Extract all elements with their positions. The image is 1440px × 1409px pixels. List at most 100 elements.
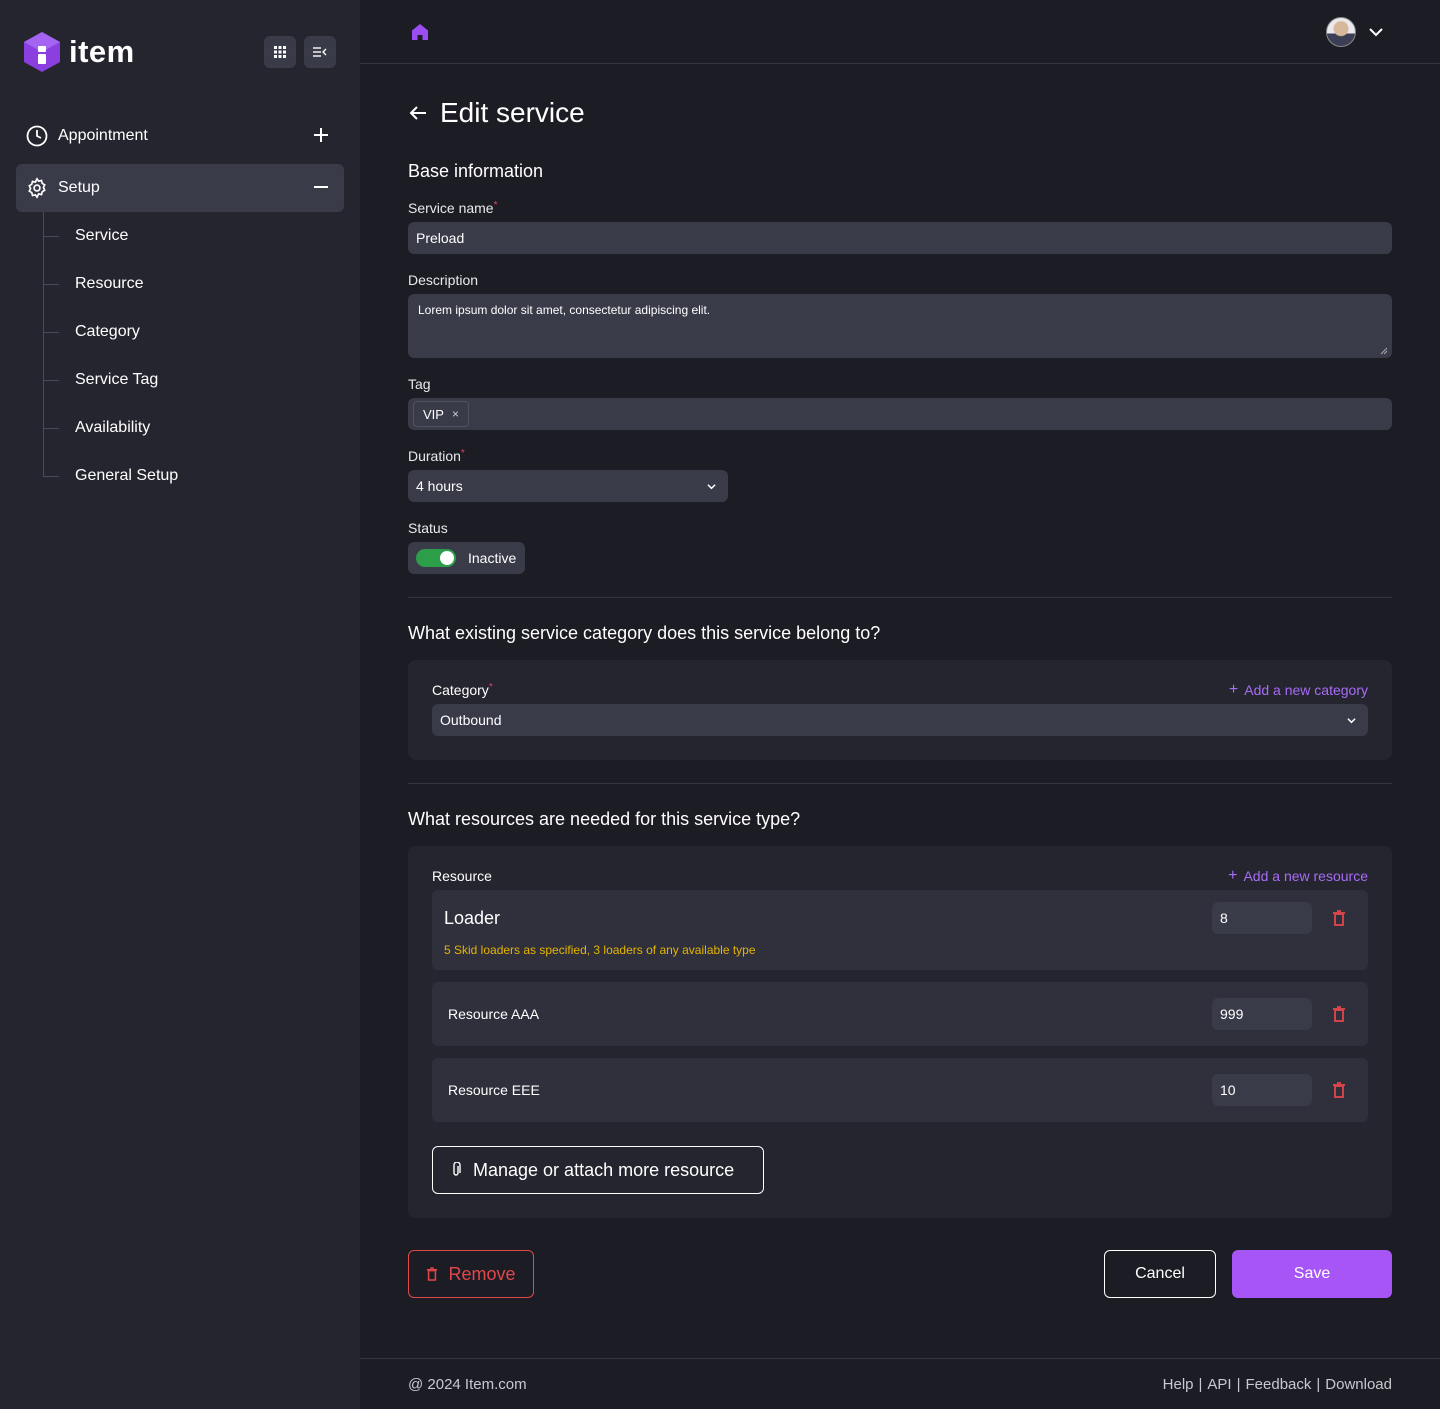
resource-qty-input[interactable]: 10 [1212,1074,1312,1106]
sidebar-subitem-resource[interactable]: Resource [43,260,333,308]
trash-icon[interactable] [1332,1082,1346,1098]
paperclip-icon [453,1162,461,1176]
resource-qty-input[interactable]: 8 [1212,902,1312,934]
tree-branch [43,283,59,285]
category-value: Outbound [440,712,502,728]
required-mark: * [493,200,498,211]
save-label: Save [1293,1265,1331,1282]
tag-input[interactable]: VIP × [408,398,1392,430]
resource-note: 5 Skid loaders as specified, 3 loaders o… [444,943,756,957]
chevron-down-icon [1347,718,1356,724]
service-name-label-text: Service name [408,200,494,216]
cancel-label: Cancel [1135,1265,1185,1282]
category-label-text: Category [432,682,489,698]
sidebar-subitem-label: General Setup [75,467,179,484]
resource-question: What resources are needed for this servi… [408,809,801,829]
footer-separator: | [1316,1376,1321,1393]
plus-icon: + [1228,867,1238,884]
resource-name: Resource EEE [448,1082,540,1098]
page-header: Edit service [408,97,585,129]
chevron-down-icon [707,484,716,490]
service-name-value: Preload [416,230,465,246]
apps-grid-button[interactable] [264,36,296,68]
sidebar-subitem-category[interactable]: Category [43,308,333,356]
plus-icon: + [1228,681,1239,698]
duration-label: Duration* [408,448,465,464]
sidebar-subitem-label: Resource [75,275,144,292]
sidebar-item-label: Appointment [58,127,148,144]
category-select[interactable]: Outbound [432,704,1368,736]
chevron-down-icon[interactable] [1368,24,1384,40]
resource-qty-value: 8 [1220,910,1228,926]
footer-separator: | [1236,1376,1241,1393]
manage-resource-button[interactable]: Manage or attach more resource [432,1146,764,1194]
trash-icon[interactable] [1332,1006,1346,1022]
save-button[interactable]: Save [1232,1250,1392,1298]
trash-icon[interactable] [1332,910,1346,926]
resource-name: Resource AAA [448,1006,540,1022]
arrow-left-icon[interactable] [408,103,428,123]
close-icon[interactable]: × [452,407,459,421]
divider [408,597,1392,598]
footer-link-download[interactable]: Download [1325,1376,1392,1393]
resource-label: Resource [432,868,492,884]
footer-link-help[interactable]: Help [1163,1376,1194,1393]
base-info-title: Base information [408,161,544,181]
sidebar-subitem-label: Service Tag [75,371,159,388]
footer-links: Help | API | Feedback | Download [1163,1376,1392,1393]
sidebar-item-appointment[interactable]: Appointment [16,112,344,160]
resource-qty-input[interactable]: 999 [1212,998,1312,1030]
apps-grid-icon [274,46,286,58]
sidebar: item Appointment Setup Service Resource … [0,0,360,1409]
resource-row: Resource EEE 10 [432,1058,1368,1122]
add-category-link[interactable]: + Add a new category [1229,681,1368,699]
resize-handle-icon[interactable] [1380,347,1388,355]
sidebar-subitem-availability[interactable]: Availability [43,404,333,452]
footer-link-api[interactable]: API [1207,1376,1231,1393]
remove-button[interactable]: Remove [408,1250,534,1298]
resource-qty-value: 999 [1220,1006,1244,1022]
sidebar-subitem-service[interactable]: Service [43,212,333,260]
sidebar-subitem-general-setup[interactable]: General Setup [43,452,333,500]
sidebar-subitem-service-tag[interactable]: Service Tag [43,356,333,404]
clock-icon [26,125,48,147]
add-category-label: Add a new category [1244,682,1368,698]
footer-link-feedback[interactable]: Feedback [1246,1376,1312,1393]
divider [408,783,1392,784]
status-control: Inactive [408,542,525,574]
avatar[interactable] [1326,17,1356,47]
tag-chip-label: VIP [423,406,444,422]
collapse-sidebar-button[interactable] [304,36,336,68]
sidebar-item-setup[interactable]: Setup [16,164,344,212]
status-text: Inactive [468,550,517,566]
sidebar-subitem-label: Availability [75,419,151,436]
category-question: What existing service category does this… [408,623,881,643]
duration-select[interactable]: 4 hours [408,470,728,502]
tree-branch [43,235,59,237]
service-name-input[interactable]: Preload [408,222,1392,254]
tag-chip: VIP × [413,401,469,427]
gear-icon [28,177,46,199]
description-label: Description [408,272,479,288]
sidebar-item-label: Setup [58,179,100,196]
footer: @ 2024 Item.com Help | API | Feedback | … [360,1358,1440,1409]
cancel-button[interactable]: Cancel [1104,1250,1216,1298]
add-resource-link[interactable]: + Add a new resource [1228,867,1368,885]
footer-separator: | [1198,1376,1203,1393]
minus-icon[interactable] [312,178,330,196]
plus-icon[interactable] [312,126,330,144]
duration-label-text: Duration [408,448,461,464]
resource-name: Loader [444,908,501,928]
home-icon[interactable] [410,22,430,42]
manage-resource-label: Manage or attach more resource [473,1159,735,1180]
status-toggle[interactable] [416,549,456,567]
app-logo[interactable]: item [24,32,135,72]
logo-icon [24,32,60,72]
description-textarea[interactable]: Lorem ipsum dolor sit amet, consectetur … [408,294,1392,358]
description-value: Lorem ipsum dolor sit amet, consectetur … [418,303,711,317]
resource-row: Resource AAA 999 [432,982,1368,1046]
remove-label: Remove [448,1263,516,1284]
tree-branch [43,331,59,333]
duration-value: 4 hours [416,478,463,494]
collapse-menu-icon [313,47,327,57]
